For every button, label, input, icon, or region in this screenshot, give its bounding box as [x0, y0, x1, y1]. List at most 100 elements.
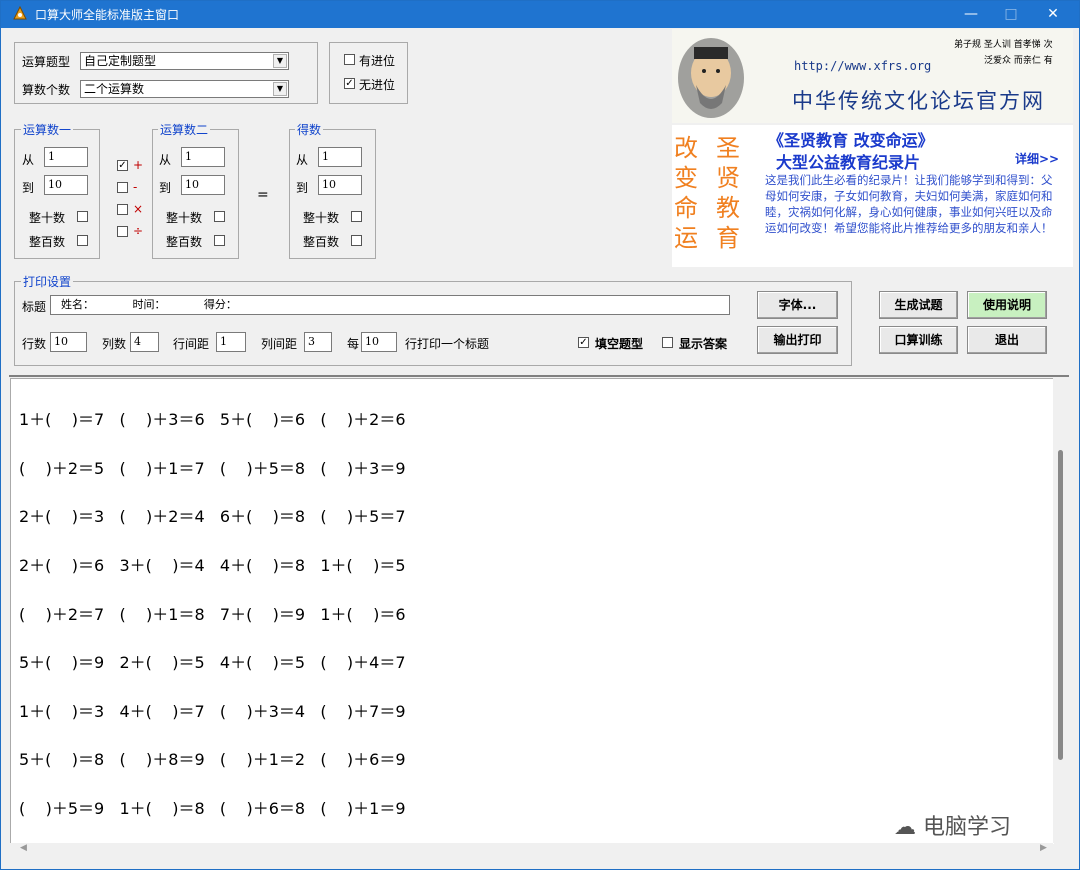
generate-button[interactable]: 生成试题: [879, 291, 958, 319]
close-button[interactable]: ✕: [1033, 1, 1073, 28]
ad-more-link[interactable]: 详细>>: [1015, 150, 1059, 167]
vertical-scroll-thumb[interactable]: [1058, 450, 1063, 760]
operand2-to-input[interactable]: 10: [181, 175, 225, 195]
operand1-from-label: 从: [22, 153, 35, 167]
rowgap-input[interactable]: 1: [216, 332, 246, 352]
operand2-from-input[interactable]: 1: [181, 147, 225, 167]
result-from-input[interactable]: 1: [318, 147, 362, 167]
every-input[interactable]: 10: [361, 332, 397, 352]
result-tens-label: 整十数: [303, 211, 340, 225]
rows-label: 行数: [22, 337, 47, 351]
op-plus-checkbox[interactable]: ✓: [117, 160, 128, 171]
maximize-button[interactable]: □: [991, 1, 1031, 28]
ad-heading: 《圣贤教育 改变命运》: [768, 131, 934, 150]
operand1-tens-label: 整十数: [29, 211, 66, 225]
print-button[interactable]: 输出打印: [757, 326, 838, 354]
problem-row: ( )＋2＝5 ( )＋1＝7 ( )＋5＝8 ( )＋3＝9: [19, 459, 406, 478]
result-hundreds-label: 整百数: [303, 235, 340, 249]
banner-corner-text-1: 弟子规 圣人训 首孝悌 次: [954, 40, 1053, 50]
operand1-to-input[interactable]: 10: [44, 175, 88, 195]
op-divide-label: ÷: [133, 224, 144, 238]
operand2-tens-label: 整十数: [166, 211, 203, 225]
op-divide-checkbox[interactable]: [117, 226, 128, 237]
result-hundreds-checkbox[interactable]: [351, 235, 362, 246]
scroll-left-arrow-icon[interactable]: ◀: [20, 843, 27, 853]
print-title-input[interactable]: 姓名： 时间： 得分：: [50, 295, 730, 315]
watermark: ☁ 电脑学习: [894, 809, 1011, 841]
problem-row: ( )＋2＝7 ( )＋1＝8 7＋( )＝9 1＋( )＝6: [19, 605, 406, 624]
operand1-from-input[interactable]: 1: [44, 147, 88, 167]
window-title: 口算大师全能标准版主窗口: [35, 8, 180, 22]
operand2-legend: 运算数二: [158, 121, 211, 138]
problem-row: 1＋( )＝7 ( )＋3＝6 5＋( )＝6 ( )＋2＝6: [19, 410, 406, 429]
colgap-label: 列间距: [261, 337, 298, 351]
chevron-down-icon[interactable]: ▼: [273, 82, 287, 96]
problem-row: ( )＋5＝9 1＋( )＝8 ( )＋6＝8 ( )＋1＝9: [19, 799, 406, 818]
ad-col-1: 改变命运: [674, 134, 698, 252]
nocarry-label: 无进位: [359, 78, 396, 92]
documentary-ad[interactable]: 改变命运 圣贤教育 《圣贤教育 改变命运》 大型公益教育纪录片 详细>> 这是我…: [672, 125, 1073, 267]
operand1-hundreds-label: 整百数: [29, 235, 66, 249]
type-select-value: 自己定制题型: [84, 54, 157, 68]
vertical-scrollbar[interactable]: [1053, 378, 1069, 843]
operand1-hundreds-checkbox[interactable]: [77, 235, 88, 246]
op-times-checkbox[interactable]: [117, 204, 128, 215]
operand2-hundreds-checkbox[interactable]: [214, 235, 225, 246]
result-to-label: 到: [296, 181, 309, 195]
ad-subheading: 大型公益教育纪录片: [776, 153, 921, 172]
result-from-label: 从: [296, 153, 309, 167]
ad-body: 这是我们此生必看的纪录片！让我们能够学到和得到：父母如何安康，子女如何教育，夫妇…: [765, 173, 1053, 235]
operand2-tens-checkbox[interactable]: [214, 211, 225, 222]
every-label: 每: [347, 337, 360, 351]
rows-input[interactable]: 10: [50, 332, 87, 352]
op-times-label: ×: [133, 202, 144, 216]
carry-label: 有进位: [359, 54, 396, 68]
font-button[interactable]: 字体...: [757, 291, 838, 319]
operand1-tens-checkbox[interactable]: [77, 211, 88, 222]
manual-button[interactable]: 使用说明: [967, 291, 1047, 319]
result-legend: 得数: [295, 121, 324, 138]
result-to-input[interactable]: 10: [318, 175, 362, 195]
count-select[interactable]: 二个运算数 ▼: [80, 80, 289, 98]
op-minus-checkbox[interactable]: [117, 182, 128, 193]
problem-row: 5＋( )＝9 2＋( )＝5 4＋( )＝5 ( )＋4＝7: [19, 653, 406, 672]
horizontal-scrollbar[interactable]: ◀ ▶: [10, 843, 1053, 857]
answer-checkbox[interactable]: [662, 337, 673, 348]
problem-output[interactable]: 1＋( )＝7 ( )＋3＝6 5＋( )＝6 ( )＋2＝6 ( )＋2＝5 …: [10, 378, 1054, 844]
carry-checkbox[interactable]: [344, 54, 355, 65]
banner-title: 中华传统文化论坛官方网: [792, 89, 1045, 113]
rowgap-label: 行间距: [173, 337, 210, 351]
main-window: 口算大师全能标准版主窗口 — □ ✕ 运算题型 自己定制题型 ▼ 算数个数 二个…: [0, 0, 1080, 870]
nocarry-checkbox[interactable]: ✓: [344, 78, 355, 89]
type-label: 运算题型: [22, 55, 71, 69]
minimize-button[interactable]: —: [951, 1, 991, 28]
title-bar: 口算大师全能标准版主窗口 — □ ✕: [1, 1, 1079, 28]
wechat-icon: ☁: [894, 815, 916, 840]
op-plus-label: +: [133, 158, 144, 172]
cols-input[interactable]: 4: [130, 332, 159, 352]
fill-checkbox[interactable]: ✓: [578, 337, 589, 348]
operand1-legend: 运算数一: [21, 121, 74, 138]
print-title-label: 标题: [22, 300, 47, 314]
print-legend: 打印设置: [21, 273, 74, 290]
problem-row: 5＋( )＝8 ( )＋8＝9 ( )＋1＝2 ( )＋6＝9: [19, 750, 406, 769]
equals-sign: =: [257, 187, 269, 203]
cols-label: 列数: [102, 337, 127, 351]
colgap-input[interactable]: 3: [304, 332, 332, 352]
exit-button[interactable]: 退出: [967, 326, 1047, 354]
operand2-hundreds-label: 整百数: [166, 235, 203, 249]
type-select[interactable]: 自己定制题型 ▼: [80, 52, 289, 70]
operand1-to-label: 到: [22, 181, 35, 195]
app-icon: [13, 6, 27, 20]
divider: [9, 375, 1069, 377]
scroll-right-arrow-icon[interactable]: ▶: [1040, 843, 1047, 853]
watermark-text: 电脑学习: [923, 815, 1012, 840]
count-select-value: 二个运算数: [84, 82, 145, 96]
result-tens-checkbox[interactable]: [351, 211, 362, 222]
train-button[interactable]: 口算训练: [879, 326, 958, 354]
chevron-down-icon[interactable]: ▼: [273, 54, 287, 68]
banner-url[interactable]: http://www.xfrs.org: [794, 59, 931, 73]
problem-row: 2＋( )＝3 ( )＋2＝4 6＋( )＝8 ( )＋5＝7: [19, 507, 406, 526]
answer-label: 显示答案: [679, 337, 728, 351]
website-banner[interactable]: 弟子规 圣人训 首孝悌 次 泛爱众 而亲仁 有 http://www.xfrs.…: [672, 29, 1073, 123]
